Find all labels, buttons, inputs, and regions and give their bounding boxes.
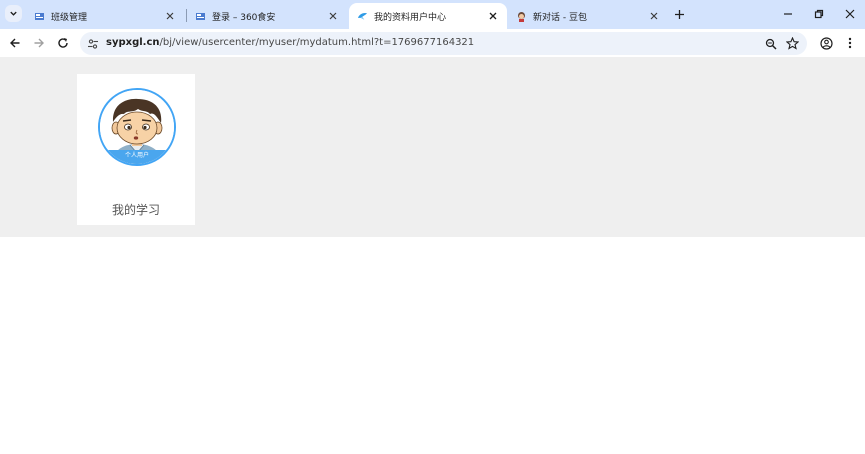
close-window-button[interactable]	[842, 6, 858, 22]
forward-button[interactable]	[31, 35, 47, 51]
plus-icon	[675, 10, 684, 19]
bird-favicon-icon	[357, 11, 368, 22]
tab-class-management[interactable]: 班级管理	[26, 3, 184, 29]
tab-title: 我的资料用户中心	[374, 12, 447, 23]
tab-search-button[interactable]	[5, 5, 22, 22]
tab-user-center[interactable]: 我的资料用户中心	[349, 3, 507, 29]
my-learning-label[interactable]: 我的学习	[77, 201, 195, 218]
profile-button[interactable]	[818, 35, 834, 51]
profile-icon	[819, 36, 833, 50]
address-bar[interactable]: sypxgl.cn/bj/view/usercenter/myuser/myda…	[80, 32, 807, 55]
doc-favicon-icon	[195, 11, 206, 22]
reload-icon	[58, 38, 68, 48]
tab-title: 登录 – 360食安	[212, 12, 276, 23]
browser-toolbar: sypxgl.cn/bj/view/usercenter/myuser/myda…	[0, 29, 865, 57]
chevron-down-icon	[10, 11, 17, 16]
new-tab-button[interactable]	[672, 7, 687, 22]
close-icon[interactable]	[327, 10, 339, 22]
back-button[interactable]	[7, 35, 23, 51]
restore-icon	[814, 9, 824, 19]
menu-button[interactable]	[842, 35, 858, 51]
minimize-button[interactable]	[780, 6, 796, 22]
tab-title: 班级管理	[51, 12, 88, 23]
doc-favicon-icon	[34, 11, 45, 22]
avatar-caption: 个人用户	[124, 152, 149, 159]
doubao-favicon-icon	[516, 11, 527, 22]
close-icon	[845, 9, 855, 19]
site-info-icon[interactable]	[86, 37, 99, 50]
bookmark-star-icon[interactable]	[785, 36, 800, 51]
minimize-icon	[784, 13, 792, 15]
url-host: sypxgl.cn	[106, 37, 160, 48]
restore-button[interactable]	[811, 6, 827, 22]
url-text[interactable]: sypxgl.cn/bj/view/usercenter/myuser/myda…	[106, 37, 474, 48]
close-icon[interactable]	[164, 10, 176, 22]
arrow-right-icon	[34, 38, 44, 48]
tab-title: 新对话 - 豆包	[533, 12, 587, 23]
close-icon[interactable]	[648, 10, 660, 22]
arrow-left-icon	[10, 38, 20, 48]
tab-doubao[interactable]: 新对话 - 豆包	[508, 3, 668, 29]
tab-strip: 班级管理 登录 – 360食安 我的资料用户中心 新对话 - 豆包	[0, 0, 865, 29]
close-icon[interactable]	[487, 10, 499, 22]
reload-button[interactable]	[55, 35, 71, 51]
avatar[interactable]: 个人用户	[98, 88, 176, 166]
zoom-icon[interactable]	[763, 36, 778, 51]
tab-login-360[interactable]: 登录 – 360食安	[187, 3, 347, 29]
more-vert-icon	[848, 37, 852, 49]
url-path: /bj/view/usercenter/myuser/mydatum.html?…	[159, 37, 475, 48]
my-learning-card[interactable]: 个人用户 我的学习	[77, 74, 195, 225]
